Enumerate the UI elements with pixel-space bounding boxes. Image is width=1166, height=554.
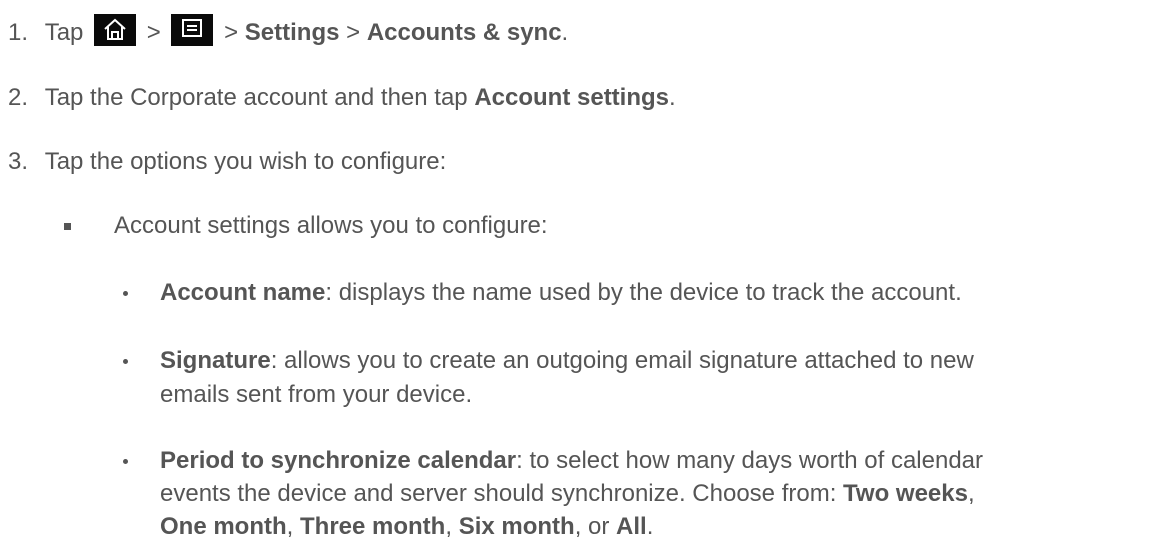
comma: , — [286, 513, 300, 540]
choice-two-weeks: Two weeks — [843, 480, 968, 507]
instruction-document: 1. Tap > > Settings > Accounts & sync. 2… — [0, 0, 1166, 554]
step-number: 3. — [8, 148, 29, 175]
home-icon — [94, 14, 137, 46]
step-text: Tap the Corporate account and then tap — [44, 84, 475, 111]
step-text: Tap — [44, 19, 84, 46]
option-term: Period to synchronize calendar — [160, 447, 517, 474]
option-term: Account name — [160, 279, 326, 306]
settings-label: Settings — [244, 19, 340, 46]
option-period-cont2: One month, Three month, Six month, or Al… — [160, 513, 653, 541]
square-bullet — [64, 223, 71, 230]
account-settings-label: Account settings — [474, 84, 670, 111]
option-desc: events the device and server should sync… — [160, 480, 844, 507]
step-2: 2. Tap the Corporate account and then ta… — [8, 84, 676, 112]
choice-six-month: Six month — [458, 513, 575, 540]
choice-one-month: One month — [160, 513, 287, 540]
menu-icon — [171, 14, 214, 46]
step-1: 1. Tap > > Settings > Accounts & sync. — [8, 14, 568, 47]
separator: > — [146, 19, 161, 46]
dot-bullet — [123, 359, 128, 364]
dot-bullet — [123, 291, 128, 296]
or-text: , or — [574, 513, 617, 540]
step-number: 1. — [8, 19, 29, 46]
comma: , — [445, 513, 459, 540]
sub-item: Account settings allows you to configure… — [114, 212, 548, 239]
option-desc: : displays the name used by the device t… — [325, 279, 962, 306]
choice-all: All — [616, 513, 647, 540]
choice-three-month: Three month — [300, 513, 446, 540]
option-signature: Signature: allows you to create an outgo… — [160, 347, 974, 375]
dot-bullet — [123, 459, 128, 464]
period: . — [561, 19, 569, 46]
separator: > — [224, 19, 239, 46]
accounts-sync-label: Accounts & sync — [366, 19, 562, 46]
separator: > — [346, 19, 361, 46]
option-signature-cont: emails sent from your device. — [160, 381, 473, 408]
option-period-cont: events the device and server should sync… — [160, 480, 975, 508]
step-number: 2. — [8, 84, 29, 111]
step-3: 3. Tap the options you wish to configure… — [8, 148, 446, 176]
option-period: Period to synchronize calendar: to selec… — [160, 447, 983, 475]
period: . — [669, 84, 676, 111]
option-account-name: Account name: displays the name used by … — [160, 279, 962, 307]
option-desc: : allows you to create an outgoing email… — [270, 347, 974, 374]
comma: , — [967, 480, 975, 507]
option-desc: : to select how many days worth of calen… — [516, 447, 984, 474]
step-text: Tap the options you wish to configure: — [44, 148, 447, 175]
option-term: Signature — [160, 347, 271, 374]
period: . — [646, 513, 654, 540]
